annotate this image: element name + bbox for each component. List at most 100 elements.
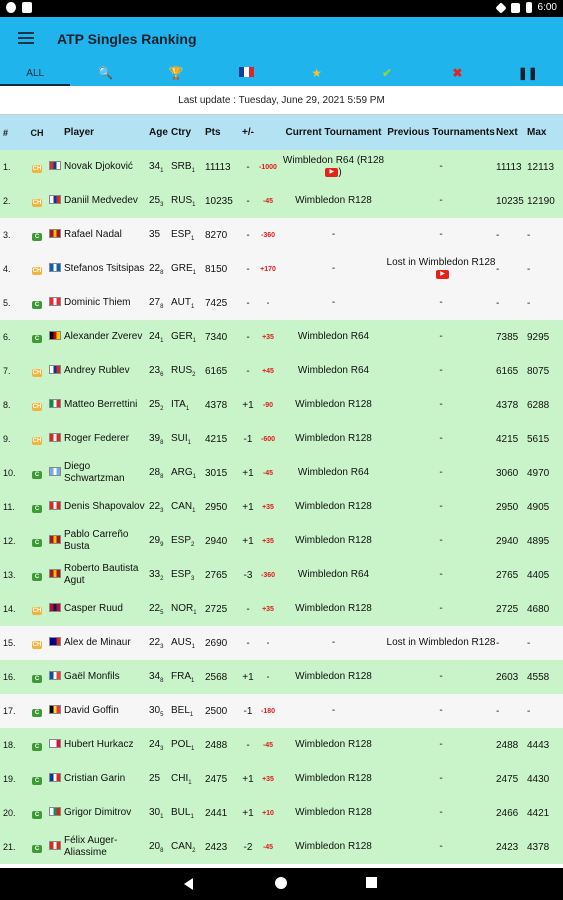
tab-search[interactable]: 🔍: [70, 63, 140, 86]
current-tournament-text: Wimbledon R64: [297, 331, 370, 342]
previous-tournaments-cell: -: [386, 603, 496, 615]
rank-cell: 20.: [3, 808, 16, 818]
back-icon[interactable]: [184, 878, 193, 890]
recents-icon[interactable]: [366, 877, 377, 888]
player-name[interactable]: Pablo Carreño Busta: [64, 529, 149, 553]
table-row[interactable]: 19. C Cristian Garin 25 CHI1 2475 +1 +35 Wimbled…: [0, 762, 563, 796]
rank-change-cell: -1: [243, 433, 253, 445]
tab-country[interactable]: [211, 63, 281, 86]
challenge-badge: C: [32, 232, 42, 241]
player-name[interactable]: Dominic Thiem: [64, 297, 149, 309]
table-row[interactable]: 13. C Roberto Bautista Agut 332 ESP3 2765 -3 -3…: [0, 558, 563, 592]
header-rank[interactable]: #: [0, 128, 25, 138]
flag-cell: [49, 705, 64, 717]
age-cell: 305: [149, 705, 171, 718]
table-row[interactable]: 8. CH Matteo Berrettini 252 ITA1 4378 +1 -90 Wim…: [0, 388, 563, 422]
previous-tournaments-text: -: [439, 195, 443, 206]
max-points-cell: 12190: [527, 195, 555, 207]
tab-playing[interactable]: ✔: [352, 63, 422, 86]
header-current-tournament[interactable]: Current Tournament: [281, 127, 386, 139]
rank-cell: 12.: [3, 536, 16, 546]
player-name[interactable]: Diego Schwartzman: [64, 461, 149, 485]
country-flag-icon: [49, 161, 61, 170]
flag-cell: [49, 603, 64, 615]
age-cell: 301: [149, 807, 171, 820]
table-row[interactable]: 2. CH Daniil Medvedev 253 RUS1 10235- -45 Wimbl…: [0, 184, 563, 218]
player-name[interactable]: Daniil Medvedev: [64, 195, 149, 207]
player-name[interactable]: Gaël Monfils: [64, 671, 149, 683]
player-name[interactable]: Grigor Dimitrov: [64, 807, 149, 819]
header-ctry[interactable]: Ctry: [171, 127, 205, 138]
header-previous-tournaments[interactable]: Previous Tournaments: [386, 127, 496, 139]
table-row[interactable]: 6. C Alexander Zverev 241 GER1 7340- +35 Wimble…: [0, 320, 563, 354]
table-row[interactable]: 10. C Diego Schwartzman 288 ARG1 3015 +1 -45 Wim…: [0, 456, 563, 490]
header-ch[interactable]: CH: [25, 128, 49, 138]
table-row[interactable]: 12. C Pablo Carreño Busta 299 ESP2 2940 +1 +35 W…: [0, 524, 563, 558]
tab-all[interactable]: ALL: [0, 63, 71, 86]
table-row[interactable]: 1. CH Novak Djoković 341 SRB1 11113- -1000 Wimb…: [0, 150, 563, 184]
video-play-icon[interactable]: ▶: [325, 167, 339, 177]
header-max[interactable]: Max: [527, 127, 559, 138]
notification-icon: [6, 2, 16, 13]
header-next[interactable]: Next: [496, 127, 527, 138]
table-row[interactable]: 3. C Rafael Nadal 35 ESP1 8270- -360- - - -: [0, 218, 563, 252]
previous-tournaments-text: -: [439, 433, 443, 444]
table-row[interactable]: 9. CH Roger Federer 398 SUI1 4215 -1 -600 Wimble…: [0, 422, 563, 456]
tab-eliminated[interactable]: ✖: [422, 63, 492, 86]
country-cell: NOR1: [171, 603, 205, 616]
tab-favorites[interactable]: ★: [282, 63, 352, 86]
app-bar: ATP Singles Ranking: [0, 17, 563, 63]
table-row[interactable]: 21. C Félix Auger-Aliassime 208 CAN2 2423 -2 -4…: [0, 830, 563, 864]
table-row[interactable]: 14. CH Casper Ruud 225 NOR1 2725- +35 Wimbledon…: [0, 592, 563, 626]
flag-icon: [238, 63, 254, 84]
tab-pause[interactable]: ❚❚: [493, 63, 563, 86]
menu-icon[interactable]: [18, 32, 34, 44]
player-name[interactable]: Cristian Garin: [64, 773, 149, 785]
points-cell: 2488: [205, 739, 228, 751]
player-name[interactable]: Rafael Nadal: [64, 229, 149, 241]
header-age[interactable]: Age: [149, 127, 171, 138]
header-pm[interactable]: +/-: [241, 127, 255, 138]
header-player[interactable]: Player: [64, 127, 149, 139]
player-name[interactable]: Stefanos Tsitsipas: [64, 263, 149, 275]
player-name[interactable]: Novak Djoković: [64, 161, 149, 173]
player-name[interactable]: Roberto Bautista Agut: [64, 563, 149, 587]
player-name[interactable]: Matteo Berrettini: [64, 399, 149, 411]
table-row[interactable]: 7. CH Andrey Rublev 236 RUS2 6165- +45 Wimbledo…: [0, 354, 563, 388]
previous-tournaments-text: -: [439, 603, 443, 614]
flag-cell: [49, 433, 64, 445]
player-name[interactable]: Alex de Minaur: [64, 637, 149, 649]
table-row[interactable]: 11. C Denis Shapovalov 223 CAN1 2950 +1 +35 Wimb…: [0, 490, 563, 524]
rank-cell: 9.: [3, 434, 11, 444]
table-row[interactable]: 18. C Hubert Hurkacz 243 POL1 2488- -45 Wimbled…: [0, 728, 563, 762]
home-icon[interactable]: [275, 877, 287, 889]
previous-tournaments-cell: -: [386, 705, 496, 717]
player-name[interactable]: Casper Ruud: [64, 603, 149, 615]
challenge-badge: CH: [32, 436, 42, 445]
search-icon: 🔍: [98, 66, 114, 80]
previous-tournaments-text: -: [439, 569, 443, 580]
player-name[interactable]: Roger Federer: [64, 433, 149, 445]
player-name[interactable]: Alexander Zverev: [64, 331, 149, 343]
player-name[interactable]: Hubert Hurkacz: [64, 739, 149, 751]
tab-trophy[interactable]: 🏆: [141, 63, 211, 86]
challenge-badge: C: [32, 810, 42, 819]
age-value: 34: [149, 670, 161, 682]
previous-tournaments-text: -: [439, 501, 443, 512]
player-name[interactable]: Andrey Rublev: [64, 365, 149, 377]
table-row[interactable]: 17. C David Goffin 305 BEL1 2500 -1 -180- - - -: [0, 694, 563, 728]
player-name[interactable]: Félix Auger-Aliassime: [64, 835, 149, 859]
player-name[interactable]: David Goffin: [64, 705, 149, 717]
table-row[interactable]: 15. CH Alex de Minaur 223 AUS1 2690- - - Lost in…: [0, 626, 563, 660]
ranking-list[interactable]: 1. CH Novak Djoković 341 SRB1 11113- -1000 Wimb…: [0, 150, 563, 868]
header-pts[interactable]: Pts: [205, 127, 241, 138]
table-row[interactable]: 4. CH Stefanos Tsitsipas 228 GRE1 8150- +170- L…: [0, 252, 563, 286]
country-rank: 1: [191, 677, 195, 684]
player-name[interactable]: Denis Shapovalov: [64, 501, 149, 513]
table-row[interactable]: 16. C Gaël Monfils 348 FRA1 2568 +1- Wimbledon …: [0, 660, 563, 694]
table-row[interactable]: 20. C Grigor Dimitrov 301 BUL1 2441 +1 +10 Wimbl…: [0, 796, 563, 830]
video-play-icon[interactable]: ▶: [436, 269, 449, 279]
previous-tournaments-text: -: [439, 807, 443, 818]
challenge-cell: CH: [25, 264, 49, 275]
table-row[interactable]: 5. C Dominic Thiem 278 AUT1 7425- - - - - -: [0, 286, 563, 320]
